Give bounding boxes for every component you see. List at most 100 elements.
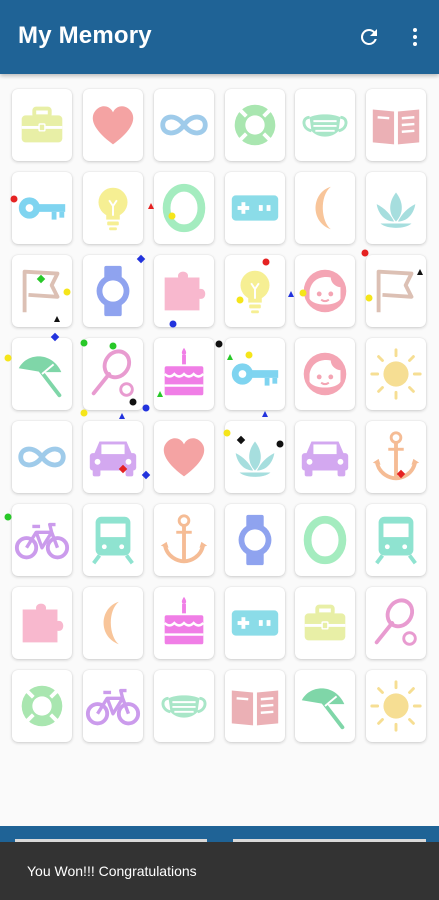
- more-vert-icon: [413, 28, 417, 46]
- memory-card[interactable]: [83, 670, 143, 742]
- bottom-button-bar: [0, 826, 439, 842]
- memory-board: [12, 89, 432, 751]
- infinity-icon: [160, 114, 208, 136]
- memory-card[interactable]: [83, 504, 143, 576]
- memory-card[interactable]: [225, 172, 285, 244]
- memory-card[interactable]: [366, 338, 426, 410]
- anchor-icon: [372, 431, 420, 481]
- moon-icon: [103, 601, 119, 645]
- memory-card[interactable]: [366, 421, 426, 493]
- puzzle-icon: [22, 603, 64, 643]
- racket-icon: [91, 349, 134, 397]
- app-bar: My Memory: [0, 0, 439, 74]
- memory-card[interactable]: [12, 504, 72, 576]
- umbrella-icon: [18, 356, 62, 398]
- memory-card[interactable]: [154, 338, 214, 410]
- memory-card[interactable]: [366, 587, 426, 659]
- train-icon: [92, 516, 134, 565]
- mask-icon: [302, 114, 348, 137]
- mask-icon: [161, 695, 207, 718]
- memory-card[interactable]: [154, 587, 214, 659]
- ring-icon: [162, 183, 206, 233]
- ring-icon: [303, 515, 347, 565]
- memory-card[interactable]: [225, 421, 285, 493]
- watch-icon: [238, 514, 272, 566]
- memory-card[interactable]: [154, 421, 214, 493]
- memory-card[interactable]: [83, 421, 143, 493]
- sun-icon: [370, 680, 422, 732]
- memory-card[interactable]: [366, 255, 426, 327]
- memory-card[interactable]: [225, 89, 285, 161]
- memory-card[interactable]: [295, 89, 355, 161]
- refresh-icon: [360, 28, 377, 45]
- more-options-button[interactable]: [398, 20, 432, 54]
- briefcase-icon: [21, 106, 63, 143]
- lifebuoy-icon: [21, 685, 63, 727]
- snackbar-message: You Won!!! Congratulations: [27, 863, 197, 879]
- memory-card[interactable]: [225, 255, 285, 327]
- memory-card[interactable]: [366, 172, 426, 244]
- app-title: My Memory: [18, 22, 152, 49]
- bulb-icon: [240, 270, 270, 314]
- heart-icon: [163, 438, 205, 477]
- puzzle-icon: [164, 271, 206, 311]
- sun-icon: [370, 348, 422, 400]
- car-icon: [89, 441, 137, 477]
- memory-card[interactable]: [295, 587, 355, 659]
- briefcase-icon: [304, 604, 346, 641]
- book-icon: [231, 690, 279, 726]
- memory-card[interactable]: [366, 504, 426, 576]
- anchor-icon: [160, 514, 208, 564]
- memory-card[interactable]: [154, 670, 214, 742]
- bulb-icon: [98, 187, 128, 231]
- lotus-icon: [235, 441, 275, 477]
- memory-card[interactable]: [12, 421, 72, 493]
- memory-card[interactable]: [154, 255, 214, 327]
- flag-icon: [376, 269, 414, 313]
- memory-card[interactable]: [366, 89, 426, 161]
- refresh-button[interactable]: [352, 20, 386, 54]
- snackbar: You Won!!! Congratulations: [0, 842, 439, 900]
- memory-card[interactable]: [12, 670, 72, 742]
- memory-card[interactable]: [83, 338, 143, 410]
- memory-card[interactable]: [295, 172, 355, 244]
- book-icon: [372, 109, 420, 145]
- memory-card[interactable]: [154, 504, 214, 576]
- memory-card[interactable]: [225, 587, 285, 659]
- memory-card[interactable]: [83, 89, 143, 161]
- memory-card[interactable]: [295, 255, 355, 327]
- memory-card[interactable]: [154, 89, 214, 161]
- memory-card[interactable]: [225, 504, 285, 576]
- memory-card[interactable]: [12, 587, 72, 659]
- memory-card[interactable]: [295, 338, 355, 410]
- memory-card[interactable]: [154, 172, 214, 244]
- key-icon: [18, 197, 66, 220]
- car-icon: [301, 441, 349, 477]
- heart-icon: [92, 106, 134, 145]
- memory-card[interactable]: [225, 670, 285, 742]
- memory-card[interactable]: [12, 338, 72, 410]
- gamepad-icon: [231, 195, 279, 221]
- cake-icon: [163, 596, 205, 645]
- memory-card[interactable]: [83, 255, 143, 327]
- memory-card[interactable]: [12, 89, 72, 161]
- bike-icon: [85, 688, 141, 726]
- memory-card[interactable]: [295, 504, 355, 576]
- cake-icon: [163, 347, 205, 396]
- face-icon: [303, 269, 347, 313]
- memory-card[interactable]: [12, 255, 72, 327]
- memory-card[interactable]: [295, 670, 355, 742]
- memory-card[interactable]: [12, 172, 72, 244]
- racket-icon: [374, 598, 417, 646]
- gamepad-icon: [231, 610, 279, 636]
- memory-card[interactable]: [366, 670, 426, 742]
- memory-card[interactable]: [295, 421, 355, 493]
- memory-card[interactable]: [83, 172, 143, 244]
- lotus-icon: [376, 192, 416, 228]
- memory-card[interactable]: [83, 587, 143, 659]
- umbrella-icon: [301, 688, 345, 730]
- moon-icon: [315, 186, 331, 230]
- bike-icon: [14, 522, 70, 560]
- lifebuoy-icon: [234, 104, 276, 146]
- memory-card[interactable]: [225, 338, 285, 410]
